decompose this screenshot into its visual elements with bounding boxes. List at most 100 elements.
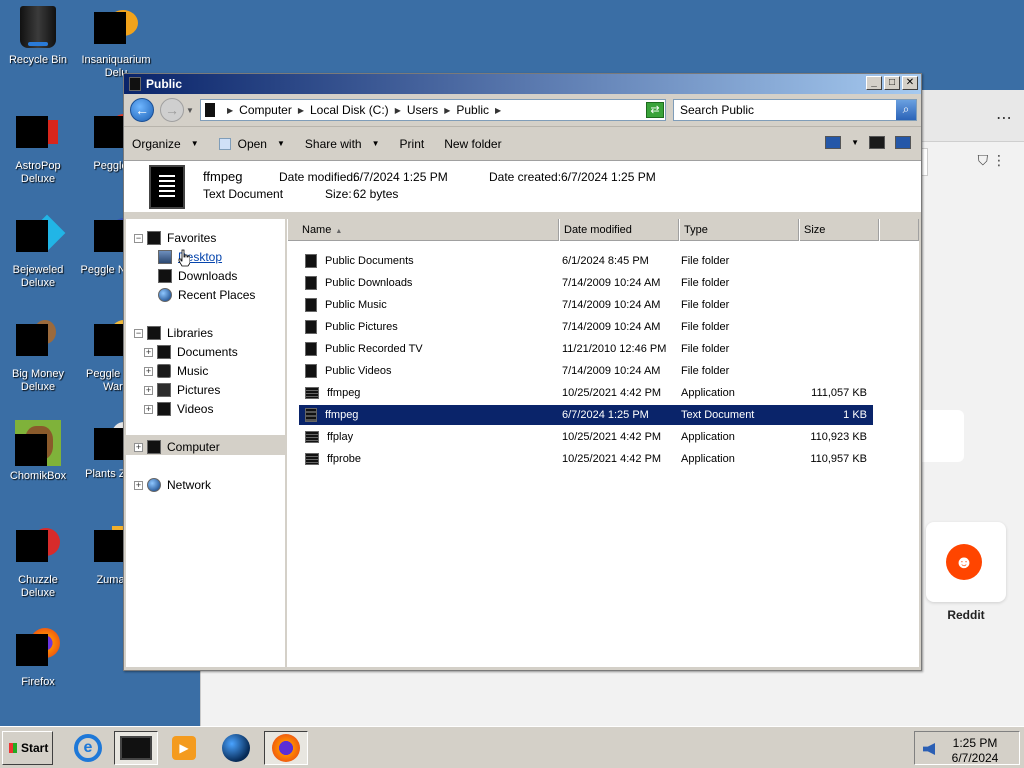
breadcrumb-public[interactable]: Public [456,103,489,117]
desktop-icon-chuzzle[interactable]: Chuzzle Deluxe [0,526,76,600]
forward-button[interactable]: → [160,98,184,122]
nav-libraries-label: Libraries [167,326,214,340]
nav-item-recent-places[interactable]: Recent Places [158,288,255,302]
file-row[interactable]: Public Music 7/14/2009 10:24 AM File fol… [299,295,873,315]
window-titlebar[interactable]: Public _ □ ✕ [124,74,921,94]
desktop-icon-insaniquarium[interactable]: Insaniquarium Delu [78,6,154,80]
nav-item-libraries[interactable]: − Libraries [134,326,213,340]
print-button[interactable]: Print [400,137,425,151]
file-type: File folder [681,255,730,267]
hand-cursor-icon [178,249,190,267]
pocket-icon[interactable]: ⛉ ⋮ [978,152,1006,169]
view-dropdown-icon[interactable]: ▼ [851,138,859,147]
taskbar-media-player[interactable]: ▶ [162,731,206,765]
back-button[interactable]: ← [130,98,154,122]
desktop-icon-chomikbox[interactable]: ChomikBox [0,420,76,496]
file-row[interactable]: ffprobe 10/25/2021 4:42 PM Application 1… [299,449,873,469]
taskbar-firefox[interactable] [264,731,308,765]
browser-tile[interactable] [916,410,964,462]
browser-menu-icon[interactable]: ⋯ [996,108,1012,128]
change-view-icon[interactable] [825,136,842,149]
desktop-icon-astropop[interactable]: AstroPop Deluxe [0,112,76,186]
expand-icon[interactable]: + [144,385,153,395]
search-icon[interactable]: ⌕ [896,100,916,120]
file-type: File folder [681,365,730,377]
breadcrumb-computer[interactable]: Computer [239,103,292,117]
file-row[interactable]: ffmpeg 10/25/2021 4:42 PM Application 11… [299,383,873,403]
help-icon[interactable] [895,136,911,149]
file-row[interactable]: Public Recorded TV 11/21/2010 12:46 PM F… [299,339,873,359]
explorer-window[interactable]: Public _ □ ✕ ← → ▼ ▶ Computer ▶ Local Disk… [123,73,922,671]
clock-date[interactable]: 6/7/2024 [945,751,1005,765]
nav-item-favorites[interactable]: − Favorites [134,231,216,245]
file-row[interactable]: Public Documents 6/1/2024 8:45 PM File f… [299,251,873,271]
nav-item-downloads[interactable]: Downloads [158,269,237,283]
file-size [801,295,867,315]
nav-item-pictures[interactable]: + Pictures [144,383,220,397]
desktop-icon-firefox[interactable]: Firefox [0,628,76,702]
system-tray: 1:25 PM 6/7/2024 [914,731,1020,765]
navigation-pane[interactable]: − Favorites Desktop Downloads Recent Pla… [126,219,285,667]
close-button[interactable]: ✕ [902,76,918,90]
expand-icon[interactable]: + [134,480,143,490]
breadcrumb-users[interactable]: Users [407,103,438,117]
collapse-icon[interactable]: − [134,233,143,243]
file-row[interactable]: ffplay 10/25/2021 4:42 PM Application 11… [299,427,873,447]
column-header-type[interactable]: Type [679,219,799,241]
column-header-name[interactable]: Name ▲ [287,219,559,241]
preview-pane-icon[interactable] [869,136,885,149]
start-button[interactable]: Start [2,731,53,765]
organize-button[interactable]: Organize ▼ [132,137,199,151]
breadcrumb-local-disk[interactable]: Local Disk (C:) [310,103,389,117]
chevron-right-icon[interactable]: ▶ [495,106,501,115]
share-with-button[interactable]: Share with ▼ [305,137,380,151]
address-bar[interactable]: ▶ Computer ▶ Local Disk (C:) ▶ Users ▶ Publi… [200,99,666,121]
minimize-button[interactable]: _ [866,76,882,90]
nav-item-videos[interactable]: + Videos [144,402,213,416]
nav-downloads-label: Downloads [178,269,238,283]
volume-icon[interactable] [923,743,935,755]
chevron-right-icon[interactable]: ▶ [227,106,233,115]
expand-icon[interactable]: + [144,366,153,376]
details-size-label: Size: [325,187,352,201]
nav-item-documents[interactable]: + Documents [144,345,238,359]
expand-icon[interactable]: + [144,347,153,357]
folder-icon [305,254,317,268]
refresh-button[interactable]: ⇄ [646,102,664,118]
desktop-icon-recycle-bin[interactable]: Recycle Bin [0,6,76,80]
nav-item-computer[interactable]: + Computer [134,440,220,454]
recent-pages-dropdown-icon[interactable]: ▼ [186,106,194,115]
nav-item-music[interactable]: + Music [144,364,208,378]
desktop-icon-bejeweled[interactable]: Bejeweled Deluxe [0,214,76,290]
file-row-selected[interactable]: ffmpeg 6/7/2024 1:25 PM Text Document 1 … [299,405,873,425]
nav-item-network[interactable]: + Network [134,478,211,492]
downloads-icon [158,269,172,283]
text-document-icon [149,165,185,209]
open-button[interactable]: Open ▼ [218,137,285,151]
file-list-pane[interactable]: Name ▲ Date modified Type Size Public Doc… [287,219,919,667]
chevron-right-icon[interactable]: ▶ [298,106,304,115]
file-date: 10/25/2021 4:42 PM [562,453,662,465]
expand-icon[interactable]: + [134,442,143,452]
desktop-icon-big-money[interactable]: Big Money Deluxe [0,320,76,394]
maximize-button[interactable]: □ [884,76,900,90]
file-row[interactable]: Public Videos 7/14/2009 10:24 AM File fo… [299,361,873,381]
nav-item-desktop[interactable]: Desktop [158,250,222,264]
taskbar-internet-explorer[interactable]: e [66,731,110,765]
new-folder-button[interactable]: New folder [444,137,501,151]
file-row[interactable]: Public Pictures 7/14/2009 10:24 AM File … [299,317,873,337]
reddit-shortcut-tile[interactable]: ☻ [926,522,1006,602]
clock-time[interactable]: 1:25 PM [945,736,1005,750]
collapse-icon[interactable]: − [134,328,143,338]
column-header-date-modified[interactable]: Date modified [559,219,679,241]
taskbar-windows-explorer[interactable] [114,731,158,765]
taskbar-app-orb[interactable] [214,731,258,765]
file-row[interactable]: Public Downloads 7/14/2009 10:24 AM File… [299,273,873,293]
file-name: Public Music [325,299,387,311]
chevron-right-icon[interactable]: ▶ [395,106,401,115]
favorites-star-icon [147,231,161,245]
chevron-right-icon[interactable]: ▶ [444,106,450,115]
expand-icon[interactable]: + [144,404,153,414]
search-input[interactable]: Search Public ⌕ [673,99,917,121]
column-header-size[interactable]: Size [799,219,879,241]
